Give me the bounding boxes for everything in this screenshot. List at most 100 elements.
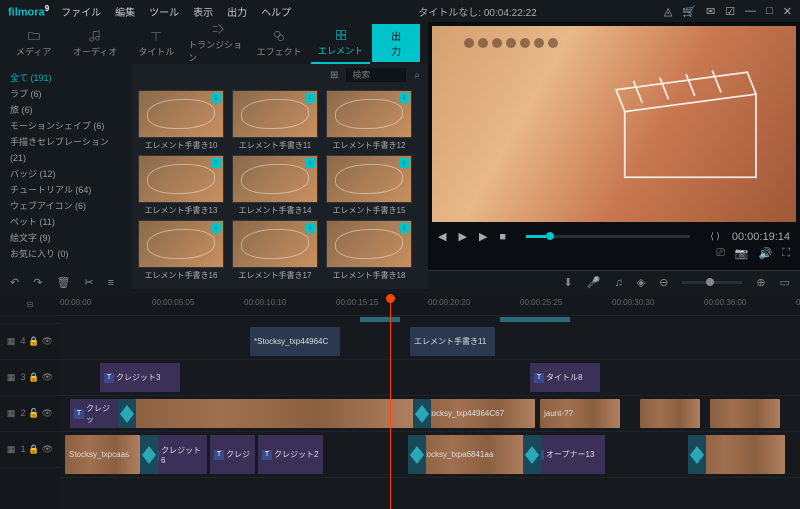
timeline-clip[interactable]: Tオープナー13	[530, 435, 605, 474]
fit-icon[interactable]: ▭	[780, 276, 790, 289]
delete-icon[interactable]: 🗑	[56, 276, 70, 289]
export-button[interactable]: 出力	[372, 24, 420, 62]
grid-view-icon[interactable]: ⊞	[330, 70, 338, 81]
account-icon[interactable]: ◬	[664, 5, 672, 18]
mail-icon[interactable]: ✉	[706, 5, 715, 18]
voice-icon[interactable]: 🎤	[587, 276, 601, 289]
timeline-clip[interactable]: Tクレジッ	[70, 399, 118, 428]
element-thumbnail[interactable]: ↓	[326, 220, 412, 268]
timeline-clip[interactable]: Stocksy_txpcaas	[65, 435, 140, 474]
element-thumbnail[interactable]: ↓	[326, 90, 412, 138]
track-head-4[interactable]: ▦4 🔒 👁	[0, 324, 60, 360]
quality-icon[interactable]: ⎚	[716, 247, 725, 260]
tab-transition[interactable]: トランジション	[188, 22, 247, 64]
track-head-1[interactable]: ▦1 🔒 👁	[0, 432, 60, 468]
snapshot-icon[interactable]: 📷	[735, 247, 749, 260]
transition-clip[interactable]	[688, 435, 706, 474]
menu-edit[interactable]: 編集	[115, 4, 135, 19]
menu-help[interactable]: ヘルプ	[261, 4, 291, 19]
split-icon[interactable]: ✂	[84, 276, 93, 289]
sidebar-item[interactable]: 旅 (6)	[10, 102, 122, 118]
track-head-3[interactable]: ▦3 🔒 👁	[0, 360, 60, 396]
play-icon[interactable]: ▶	[458, 230, 466, 243]
element-thumbnail[interactable]: ↓	[232, 90, 318, 138]
tab-audio[interactable]: オーディオ	[65, 22, 124, 64]
progress-bar[interactable]	[526, 235, 690, 238]
next-frame-icon[interactable]: ▶	[479, 230, 487, 243]
timeline-clip[interactable]	[640, 399, 700, 428]
element-thumbnail[interactable]: ↓	[326, 155, 412, 203]
transition-clip[interactable]	[140, 435, 158, 474]
record-icon[interactable]: ⬇	[564, 276, 573, 289]
feedback-icon[interactable]: ☑	[725, 5, 735, 18]
sidebar-item[interactable]: 手描きセレブレーション (21)	[10, 134, 122, 166]
track-head-2[interactable]: ▦2 🔓 👁	[0, 396, 60, 432]
download-badge-icon: ↓	[305, 158, 315, 168]
close-icon[interactable]: ✕	[783, 5, 792, 18]
element-thumbnail[interactable]: ↓	[138, 220, 224, 268]
zoom-out-icon[interactable]: ⊖	[659, 276, 668, 289]
tab-media[interactable]: メディア	[4, 22, 63, 64]
search-icon[interactable]: ⌕	[414, 70, 420, 81]
search-input[interactable]	[346, 68, 406, 82]
thumbnail-label: エレメント手書き18	[326, 270, 412, 281]
undo-icon[interactable]: ↶	[10, 276, 19, 289]
maximize-icon[interactable]: □	[766, 5, 773, 18]
element-thumbnail[interactable]: ↓	[138, 155, 224, 203]
track-head-ruler[interactable]: ⊟	[0, 294, 60, 316]
zoom-in-icon[interactable]: ⊕	[756, 276, 765, 289]
element-thumbnail[interactable]: ↓	[232, 155, 318, 203]
tab-element[interactable]: エレメント	[311, 22, 370, 64]
sidebar-item[interactable]: ラブ (6)	[10, 86, 122, 102]
sidebar-item[interactable]: チュートリアル (64)	[10, 182, 122, 198]
sidebar-item[interactable]: モーションシェイプ (6)	[10, 118, 122, 134]
timeline-clip[interactable]: Stocksy_txpa6841aa	[415, 435, 525, 474]
mixer-icon[interactable]: ♫	[614, 277, 622, 289]
timeline-clip[interactable]	[695, 435, 785, 474]
transition-clip[interactable]	[523, 435, 541, 474]
volume-icon[interactable]: 🔊	[759, 247, 773, 260]
zoom-slider[interactable]	[682, 281, 742, 284]
sidebar-item[interactable]: ウェブアイコン (6)	[10, 198, 122, 214]
sidebar-item[interactable]: お気に入り (0)	[10, 246, 122, 262]
timeline-clip[interactable]: エレメント手書き11	[410, 327, 495, 356]
transition-clip[interactable]	[118, 399, 136, 428]
timeline-ruler[interactable]: 00:00:0000:00:05:0500:00:10:1000:00:15:1…	[60, 294, 800, 316]
cart-icon[interactable]: 🛒	[682, 5, 696, 18]
transition-icon	[408, 440, 426, 470]
tab-effect[interactable]: エフェクト	[250, 22, 309, 64]
minimize-icon[interactable]: —	[745, 5, 756, 18]
timeline-clip[interactable]	[710, 399, 780, 428]
sidebar-item[interactable]: バッジ (12)	[10, 166, 122, 182]
menu-file[interactable]: ファイル	[61, 4, 101, 19]
timeline-clip[interactable]: *Stocksy_txp44964C	[250, 327, 340, 356]
thumbnail-label: エレメント手書き17	[232, 270, 318, 281]
loop-icon[interactable]: ⟨ ⟩	[710, 231, 720, 242]
sidebar-item[interactable]: ペット (11)	[10, 214, 122, 230]
timeline-clip[interactable]: jaunt-??	[540, 399, 620, 428]
stop-icon[interactable]: ■	[499, 231, 506, 243]
transition-clip[interactable]	[413, 399, 431, 428]
menu-tools[interactable]: ツール	[149, 4, 179, 19]
timeline-clip[interactable]: Tクレジ	[210, 435, 255, 474]
tab-title[interactable]: タイトル	[127, 22, 186, 64]
prev-frame-icon[interactable]: ◀	[438, 230, 446, 243]
fullscreen-icon[interactable]: ⛶	[782, 247, 790, 260]
element-thumbnail[interactable]: ↓	[138, 90, 224, 138]
redo-icon[interactable]: ↷	[33, 276, 42, 289]
timeline-clip[interactable]: Tクレジット3	[100, 363, 180, 392]
timeline-clip[interactable]: Tタイトル8	[530, 363, 600, 392]
menu-view[interactable]: 表示	[193, 4, 213, 19]
element-thumbnail[interactable]: ↓	[232, 220, 318, 268]
sidebar-item[interactable]: 絵文字 (9)	[10, 230, 122, 246]
timeline-clip[interactable]: Tクレジット2	[258, 435, 323, 474]
timeline-clip[interactable]: Stocksy_txp44964C67	[420, 399, 535, 428]
transition-clip[interactable]	[408, 435, 426, 474]
marker-icon[interactable]: ◈	[637, 276, 645, 289]
playhead[interactable]	[390, 294, 391, 509]
edit-icon[interactable]: ≡	[108, 277, 114, 289]
title-icon: T	[104, 373, 114, 383]
menu-export[interactable]: 出力	[227, 4, 247, 19]
timeline-clip[interactable]	[125, 399, 415, 428]
sidebar-all[interactable]: 全て (191)	[10, 70, 122, 86]
